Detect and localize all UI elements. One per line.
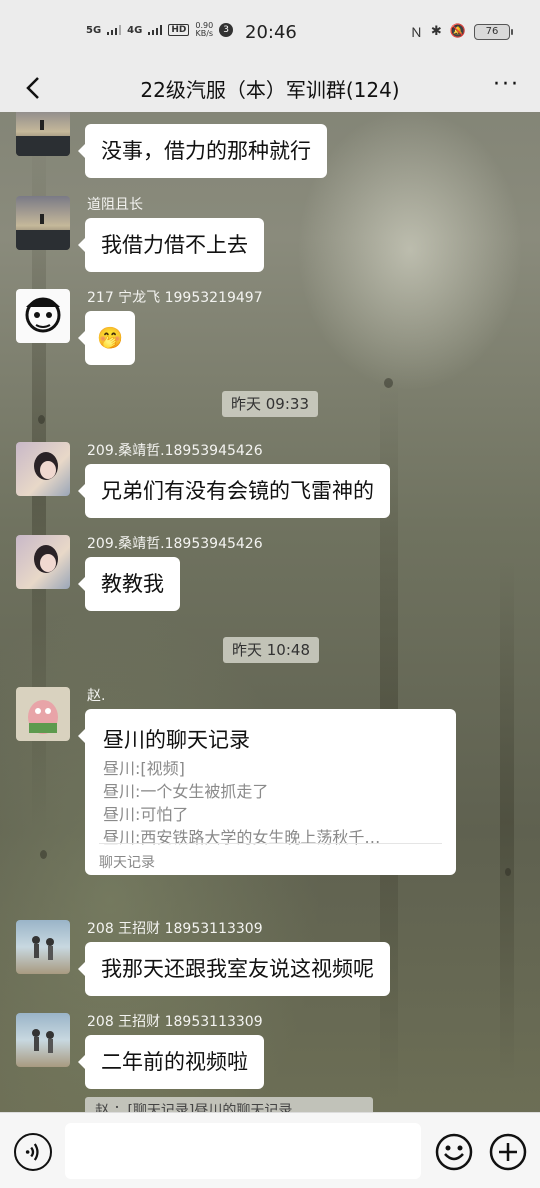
message-list[interactable]: 没事，借力的那种就行 道阻且长 我借力借不上去 217 宁龙飞 19953219… bbox=[0, 112, 540, 1112]
avatar[interactable] bbox=[16, 1013, 70, 1067]
mute-bell-icon: 🔕 bbox=[449, 24, 466, 39]
chat-title: 22级汽服（本）军训群(124) bbox=[140, 77, 400, 102]
message-bubble[interactable]: 兄弟们有没有会镜的飞雷神的 bbox=[78, 464, 390, 518]
record-line: 昼川:可怕了 bbox=[103, 805, 189, 824]
status-time: 20:46 bbox=[245, 22, 297, 43]
avatar-image bbox=[25, 297, 61, 333]
signal-bars-icon bbox=[107, 25, 122, 35]
avatar-image bbox=[34, 545, 58, 573]
battery-icon: 76 bbox=[474, 23, 513, 40]
record-line: 昼川:一个女生被抓走了 bbox=[103, 782, 269, 801]
message-bubble[interactable]: 没事，借力的那种就行 bbox=[78, 124, 327, 178]
avatar-image bbox=[34, 452, 58, 480]
hd-voice-icon: HD bbox=[168, 24, 190, 36]
message-bubble[interactable]: 教教我 bbox=[78, 557, 180, 611]
record-title: 昼川的聊天记录 bbox=[103, 728, 250, 752]
input-bar bbox=[0, 1112, 540, 1188]
avatar-image bbox=[16, 120, 70, 156]
avatar-image bbox=[32, 936, 54, 960]
message-bubble[interactable]: 🤭 bbox=[77, 311, 136, 365]
chat-record-card[interactable]: 昼川的聊天记录 昼川:[视频] 昼川:一个女生被抓走了 昼川:可怕了 昼川:西安… bbox=[78, 709, 456, 875]
sender-name: 209.桑靖哲.18953945426 bbox=[87, 536, 263, 552]
signal-5g-icon: 5G bbox=[86, 24, 102, 36]
avatar-image bbox=[28, 700, 58, 734]
sender-name: 208 王招财 18953113309 bbox=[87, 921, 263, 937]
avatar-image bbox=[16, 214, 70, 250]
record-line: 昼川:[视频] bbox=[103, 759, 185, 778]
status-left-icons: 5G 4G HD 0.90 KB/s 3 bbox=[86, 21, 234, 38]
status-bar: 5G 4G HD 0.90 KB/s 3 20:46 Ｎ ✱ 🔕 76 bbox=[0, 0, 540, 64]
sender-name: 道阻且长 bbox=[87, 197, 143, 213]
emoji-icon[interactable] bbox=[435, 1133, 473, 1171]
signal-4g-icon: 4G bbox=[127, 24, 143, 36]
avatar-image bbox=[32, 1029, 54, 1053]
message-bubble[interactable]: 二年前的视频啦 bbox=[78, 1035, 264, 1089]
sender-name: 赵. bbox=[87, 688, 106, 704]
timestamp-label: 昨天 09:33 bbox=[222, 391, 318, 417]
sender-name: 209.桑靖哲.18953945426 bbox=[87, 443, 263, 459]
nfc-icon: Ｎ bbox=[409, 26, 423, 41]
signal-bars-icon bbox=[148, 25, 163, 35]
message-bubble[interactable]: 我那天还跟我室友说这视频呢 bbox=[78, 942, 390, 996]
more-options-icon[interactable]: ··· bbox=[493, 72, 520, 97]
message-input[interactable] bbox=[65, 1123, 421, 1179]
status-right-icons: Ｎ ✱ 🔕 76 bbox=[409, 22, 513, 41]
timestamp-label: 昨天 10:48 bbox=[223, 637, 319, 663]
bluetooth-icon: ✱ bbox=[430, 24, 442, 39]
avatar[interactable] bbox=[16, 112, 70, 156]
avatar[interactable] bbox=[16, 920, 70, 974]
sender-name: 217 宁龙飞 19953219497 bbox=[87, 290, 263, 306]
avatar[interactable] bbox=[16, 442, 70, 496]
avatar[interactable] bbox=[16, 289, 70, 343]
chat-header: 22级汽服（本）军训群(124) ··· bbox=[0, 64, 540, 112]
message-bubble[interactable]: 我借力借不上去 bbox=[78, 218, 264, 272]
record-footer: 聊天记录 bbox=[99, 843, 442, 872]
plus-icon[interactable] bbox=[489, 1133, 527, 1171]
sender-name: 208 王招财 18953113309 bbox=[87, 1014, 263, 1030]
avatar[interactable] bbox=[16, 687, 70, 741]
notification-count-badge: 3 bbox=[219, 23, 234, 37]
voice-input-icon[interactable] bbox=[14, 1133, 52, 1171]
avatar[interactable] bbox=[16, 196, 70, 250]
quoted-message[interactable]: 赵.：[聊天记录]昼川的聊天记录 bbox=[85, 1097, 373, 1112]
avatar[interactable] bbox=[16, 535, 70, 589]
back-arrow-icon[interactable] bbox=[16, 70, 52, 106]
network-speed: 0.90 KB/s bbox=[195, 21, 214, 38]
